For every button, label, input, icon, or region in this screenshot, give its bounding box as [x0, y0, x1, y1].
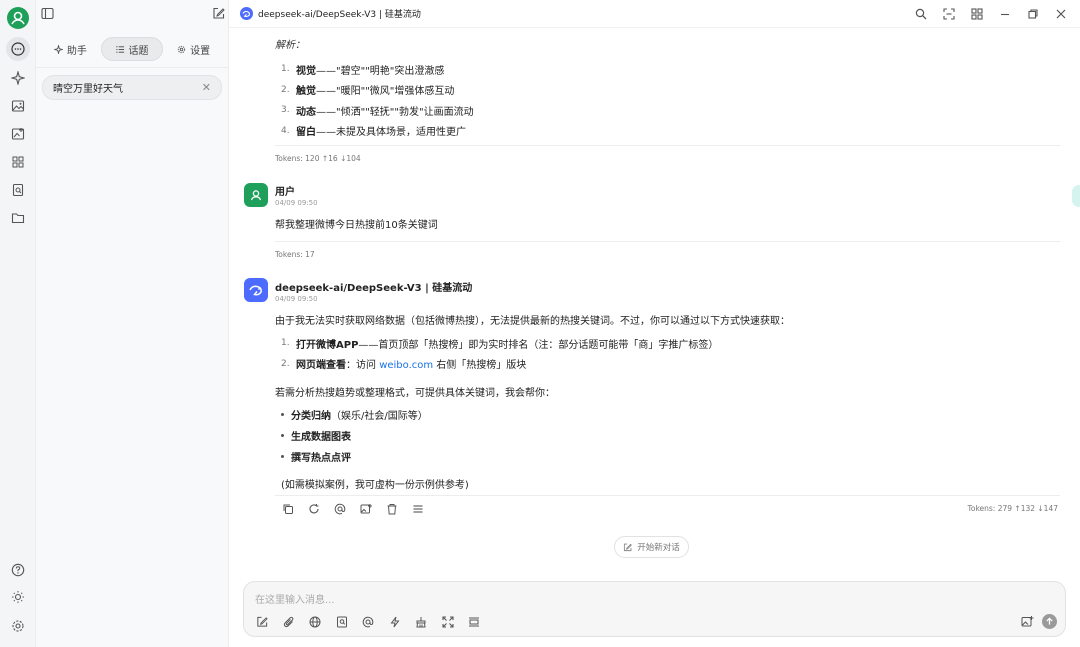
help-icon[interactable] — [8, 560, 28, 580]
tab-settings-label: 设置 — [190, 45, 211, 57]
tab-assistant-label: 助手 — [66, 45, 87, 57]
quick-phrase-icon[interactable] — [388, 615, 402, 629]
globe-icon[interactable] — [308, 615, 322, 629]
trash-icon[interactable] — [385, 502, 398, 515]
assistant-time: 04/09 09:50 — [275, 295, 318, 303]
user-time: 04/09 09:50 — [275, 199, 318, 207]
list-item: 1. 视觉——"碧空""明艳"突出澄澈感 — [281, 64, 445, 77]
context-clear-icon[interactable] — [467, 615, 481, 629]
assistant-avatar — [244, 278, 268, 302]
deepseek-logo-icon — [240, 7, 253, 20]
edit-icon — [623, 543, 633, 552]
user-message-text: 帮我整理微博今日热搜前10条关键词 — [275, 220, 438, 231]
new-topic-icon[interactable] — [255, 615, 269, 629]
topic-item[interactable]: 晴空万里好天气 ✕ — [42, 75, 222, 100]
divider — [275, 495, 1060, 496]
assistant-tokens: Tokens: 279 ↑132 ↓147 — [967, 504, 1058, 513]
message-input[interactable]: 在这里输入消息... — [255, 591, 335, 606]
message-composer[interactable]: 在这里输入消息... — [243, 581, 1066, 637]
clear-broom-icon[interactable] — [414, 615, 428, 629]
list-item: 生成数据图表 — [281, 425, 428, 446]
chat-icon[interactable] — [6, 37, 30, 61]
list-item: 1. 打开微博APP——首页顶部「热搜榜」即为实时排名（注：部分话题可能带「商」字… — [281, 338, 719, 351]
document-search-icon[interactable] — [8, 180, 28, 200]
topic-label: 晴空万里好天气 — [53, 84, 123, 95]
user-avatar[interactable] — [7, 7, 29, 29]
close-icon[interactable]: ✕ — [202, 81, 211, 94]
assistant-note: (如需模拟案例，我可虚构一份示例供参考) — [281, 480, 469, 491]
list-item: 分类归纳（娱乐/社会/国际等） — [281, 404, 428, 425]
user-name: 用户 — [275, 187, 295, 198]
image-export-icon[interactable] — [359, 502, 372, 515]
new-topic-edit-icon[interactable] — [212, 7, 225, 20]
image-icon[interactable] — [8, 96, 28, 116]
list-item: 撰写热点点评 — [281, 446, 428, 467]
left-rail — [0, 0, 36, 647]
minimize-icon[interactable] — [998, 7, 1012, 21]
composer-toolbar — [255, 615, 481, 629]
list-item: 4. 留白——未提及具体场景，适用性更广 — [281, 125, 466, 139]
regenerate-icon[interactable] — [307, 502, 320, 515]
sparkle-icon — [53, 44, 63, 54]
copy-icon[interactable] — [281, 502, 294, 515]
prev-tokens: Tokens: 120 ↑16 ↓104 — [275, 154, 361, 163]
assistant-steps: 1. 打开微博APP——首页顶部「热搜榜」即为实时排名（注：部分话题可能带「商」字… — [275, 333, 718, 374]
mention-model-icon[interactable] — [361, 615, 375, 629]
message-actions — [281, 502, 424, 515]
tab-topics-label: 话题 — [128, 45, 149, 57]
apps-icon[interactable] — [8, 152, 28, 172]
restore-icon[interactable] — [1026, 7, 1040, 21]
expand-icon[interactable] — [942, 7, 956, 21]
user-tokens: Tokens: 17 — [275, 250, 315, 259]
settings-gear-icon[interactable] — [8, 616, 28, 636]
send-button[interactable] — [1042, 614, 1057, 629]
more-menu-icon[interactable] — [411, 502, 424, 515]
assistant-bullets: 分类归纳（娱乐/社会/国际等） 生成数据图表 撰写热点点评 — [281, 404, 428, 467]
chat-area: 解析： 1. 视觉——"碧空""明艳"突出澄澈感 2. 触觉——"暖阳""微风"增强… — [229, 28, 1080, 578]
mention-icon[interactable] — [333, 502, 346, 515]
tab-settings[interactable]: 设置 — [163, 37, 224, 61]
list-item: 3. 动态——"倾洒""轻抚""勃发"让画面流动 — [281, 105, 474, 118]
floating-assistant-handle[interactable] — [1072, 185, 1080, 207]
weibo-link[interactable]: weibo.com — [379, 360, 433, 371]
list-item: 2. 触觉——"暖阳""微风"增强体感互动 — [281, 84, 455, 98]
knowledge-base-icon[interactable] — [335, 615, 349, 629]
assistant-name: deepseek-ai/DeepSeek-V3 | 硅基流动 — [275, 283, 473, 294]
assistant-mid-text: 若需分析热搜趋势或整理格式，可提供具体关键词，我会帮你： — [275, 388, 555, 399]
list-item: 2. 网页端查看：访问 weibo.com 右侧「热搜榜」版块 — [281, 358, 527, 372]
model-title: deepseek-ai/DeepSeek-V3 | 硅基流动 — [258, 10, 421, 20]
gear-icon — [177, 45, 186, 54]
attachment-icon[interactable] — [282, 615, 296, 629]
panel-tabs: 助手 话题 设置 — [40, 37, 224, 61]
folder-icon[interactable] — [8, 208, 28, 228]
divider — [36, 67, 229, 68]
topic-panel: 助手 话题 设置 晴空万里好天气 ✕ — [36, 0, 229, 647]
divider — [275, 241, 1060, 242]
close-window-icon[interactable] — [1054, 7, 1068, 21]
analysis-list: 1. 视觉——"碧空""明艳"突出澄澈感 2. 触觉——"暖阳""微风"增强体感互动… — [275, 59, 1060, 141]
list-icon — [115, 45, 125, 54]
sparkle-icon[interactable] — [8, 68, 28, 88]
new-chat-button[interactable]: 开始新对话 — [614, 536, 689, 558]
divider — [275, 145, 1060, 146]
tab-topics[interactable]: 话题 — [100, 37, 164, 61]
grid-icon[interactable] — [970, 7, 984, 21]
chat-header: deepseek-ai/DeepSeek-V3 | 硅基流动 — [229, 0, 1080, 28]
app-window: 助手 话题 设置 晴空万里好天气 ✕ deepseek-ai/DeepSeek-… — [0, 0, 1080, 647]
user-message-avatar — [244, 183, 268, 207]
image-translate-icon[interactable] — [8, 124, 28, 144]
new-chat-label: 开始新对话 — [637, 543, 680, 553]
toggle-sidebar-icon[interactable] — [41, 7, 54, 20]
model-selector[interactable]: deepseek-ai/DeepSeek-V3 | 硅基流动 — [240, 7, 421, 20]
image-upload-icon[interactable] — [1021, 615, 1035, 629]
theme-sun-icon[interactable] — [8, 587, 28, 607]
search-icon[interactable] — [914, 7, 928, 21]
fullscreen-icon[interactable] — [441, 615, 455, 629]
assistant-intro: 由于我无法实时获取网络数据（包括微博热搜），无法提供最新的热搜关键词。不过，你可… — [275, 316, 790, 327]
analysis-label: 解析： — [275, 39, 305, 51]
tab-assistant[interactable]: 助手 — [40, 37, 101, 61]
prev-message-body: 解析： 1. 视觉——"碧空""明艳"突出澄澈感 2. 触觉——"暖阳""微风"增强… — [275, 32, 1060, 141]
